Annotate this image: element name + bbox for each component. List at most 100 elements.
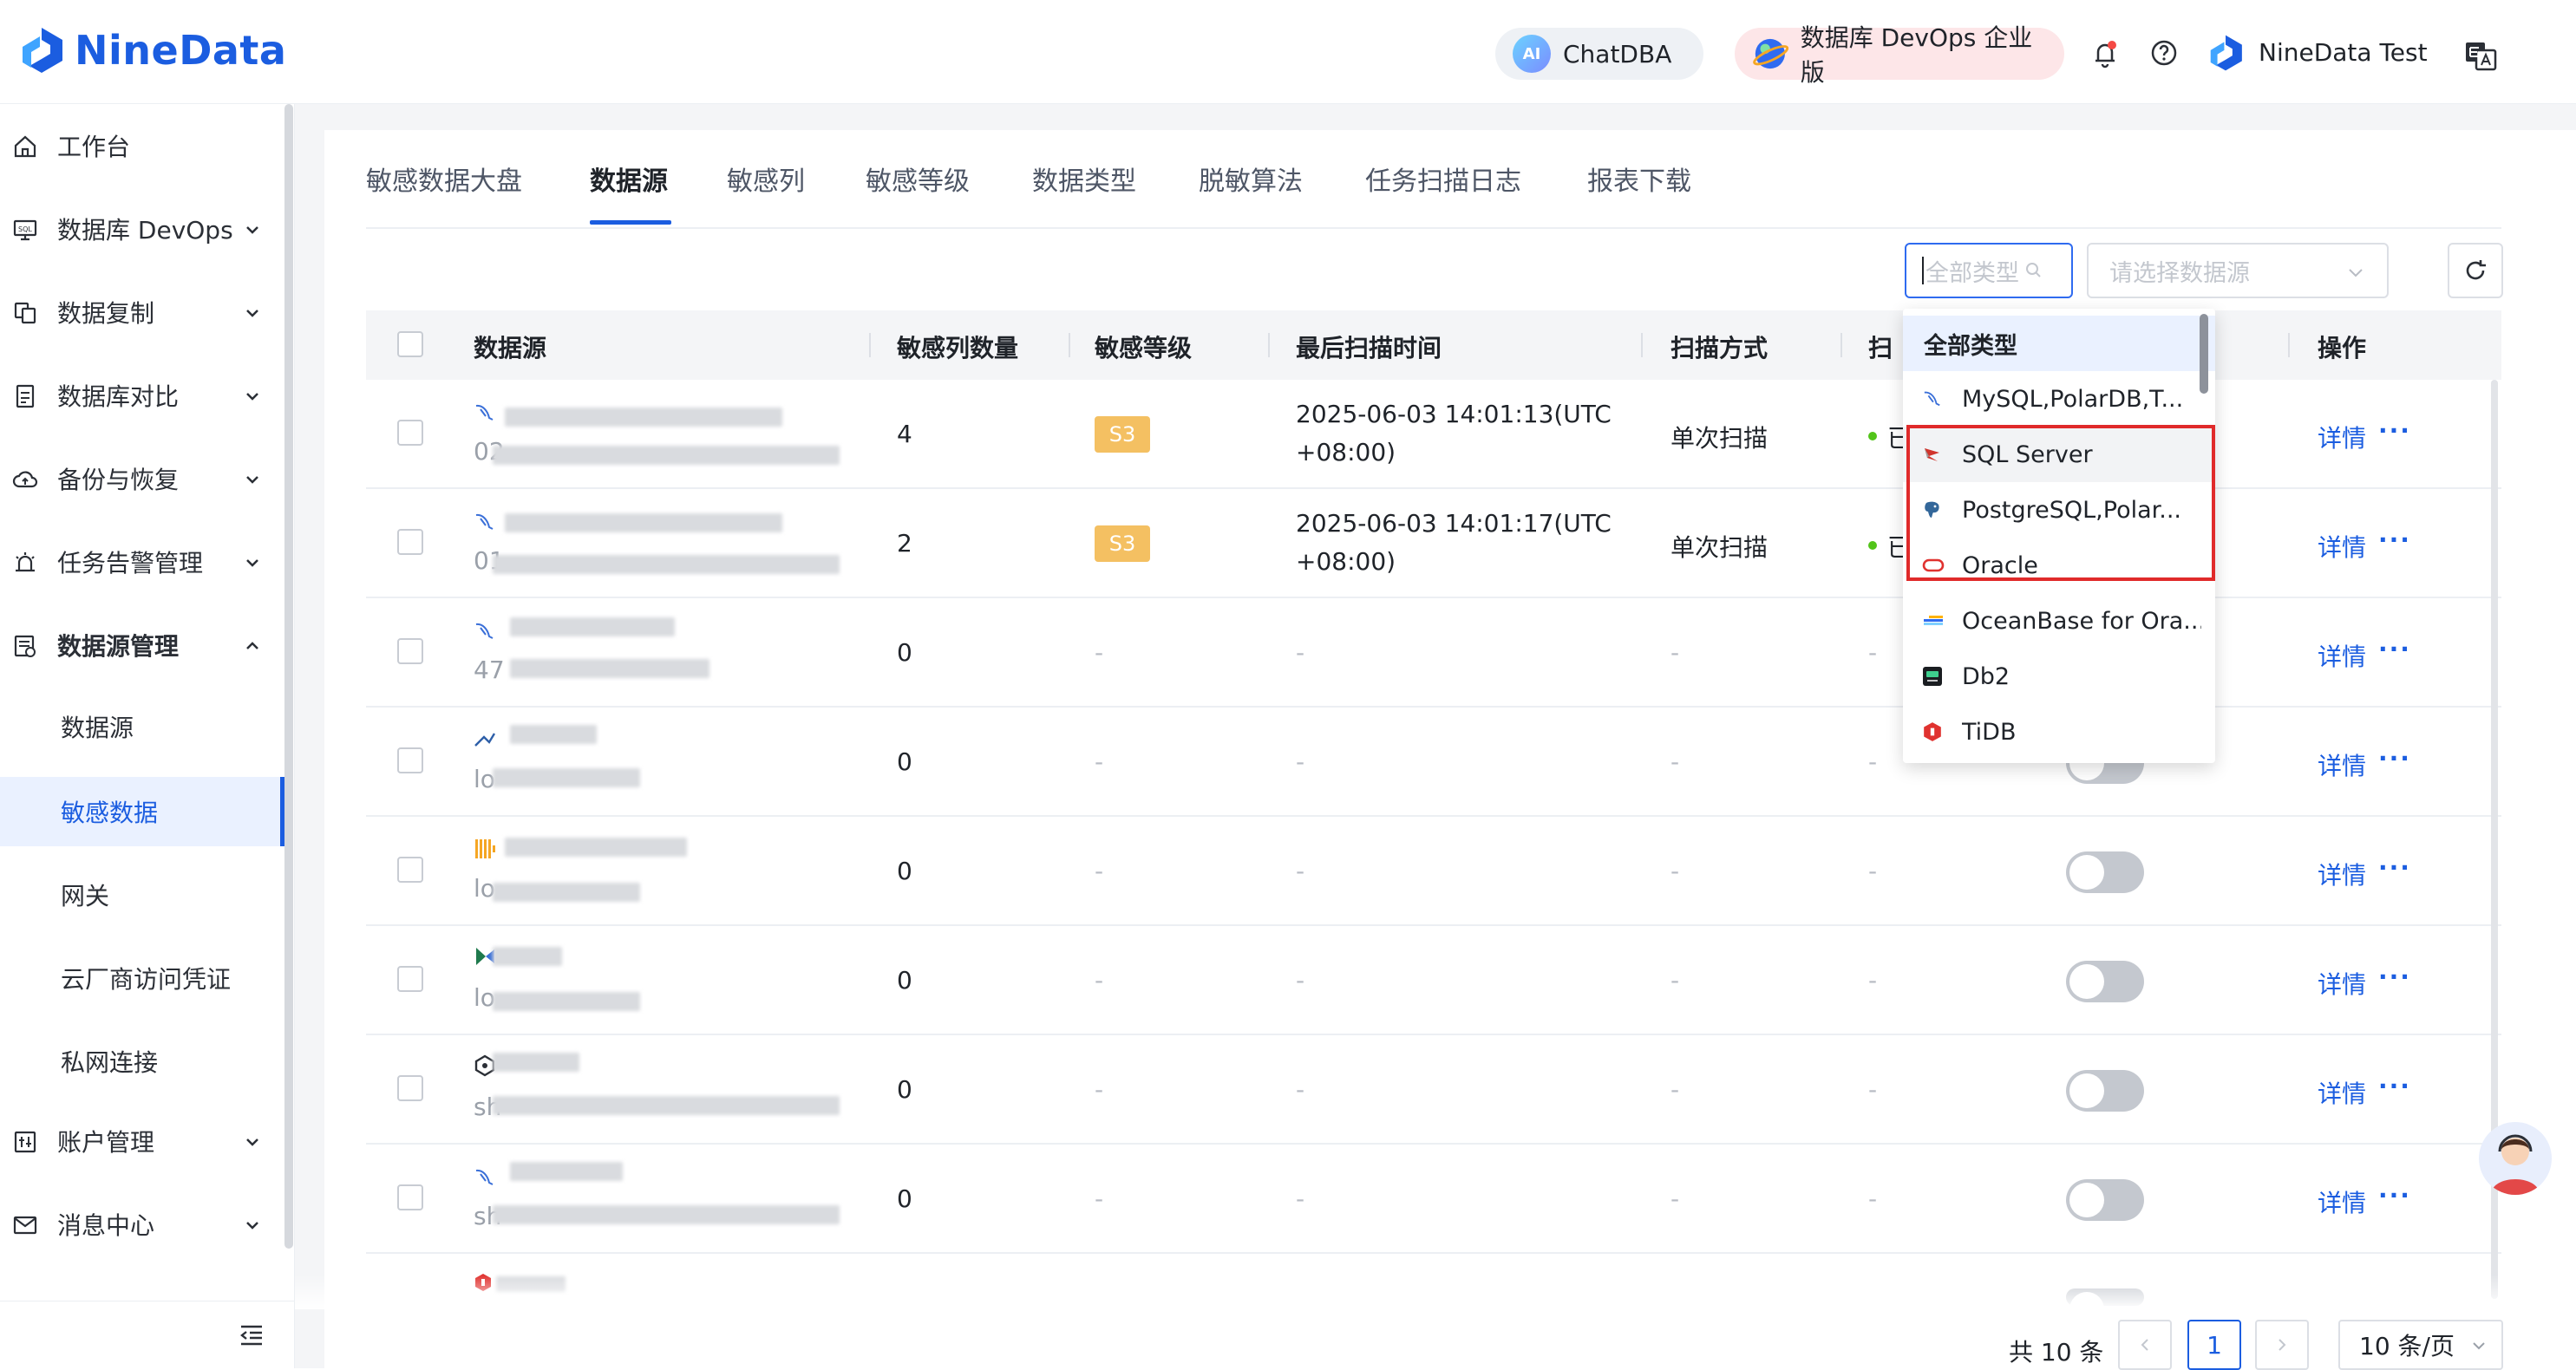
redacted-datasource-name	[505, 838, 687, 857]
support-assistant-avatar[interactable]	[2479, 1122, 2552, 1195]
dropdown-option-oceanbase[interactable]: OceanBase for Ora...	[1903, 593, 2215, 649]
row-checkbox[interactable]	[397, 638, 423, 664]
help-icon[interactable]	[2149, 38, 2179, 68]
row-checkbox[interactable]	[397, 747, 423, 773]
tab-data-types[interactable]: 数据类型	[1032, 160, 1136, 198]
detail-link[interactable]: 详情	[2318, 857, 2366, 891]
refresh-button[interactable]	[2448, 243, 2503, 298]
type-filter-input[interactable]: 全部类型	[1905, 243, 2073, 298]
column-separator	[1268, 333, 1270, 357]
detail-link[interactable]: 详情	[2318, 966, 2366, 1001]
next-page-button[interactable]	[2255, 1320, 2309, 1370]
more-actions-button[interactable]: ···	[2378, 525, 2411, 554]
more-actions-button[interactable]: ···	[2378, 416, 2411, 445]
sidebar-subitem-gateway[interactable]: 网关	[0, 860, 284, 930]
detail-link[interactable]: 详情	[2318, 638, 2366, 673]
more-actions-button[interactable]: ···	[2378, 853, 2411, 882]
language-switch-icon[interactable]	[2463, 38, 2498, 73]
user-name[interactable]: NineData Test	[2259, 38, 2428, 67]
account-icon	[14, 1131, 36, 1153]
ninedata-logo[interactable]: NineData	[17, 24, 286, 76]
scan-mode: -	[1670, 857, 1680, 885]
dropdown-option-label: 全部类型	[1924, 332, 2017, 360]
page-number-button[interactable]: 1	[2187, 1320, 2241, 1370]
tab-scan-logs[interactable]: 任务扫描日志	[1365, 160, 1521, 198]
scan-toggle[interactable]	[2066, 961, 2144, 1002]
sidebar-item-replication[interactable]: 数据复制	[0, 271, 279, 354]
devops-edition-button[interactable]: 数据库 DevOps 企业版	[1735, 23, 2064, 87]
dropdown-option-all-types[interactable]: 全部类型	[1903, 316, 2215, 371]
more-actions-button[interactable]: ···	[2378, 635, 2411, 663]
more-actions-button[interactable]: ···	[2378, 1181, 2411, 1210]
row-checkbox[interactable]	[397, 420, 423, 446]
detail-link[interactable]: 详情	[2318, 420, 2366, 454]
chatdba-button[interactable]: AI ChatDBA	[1495, 28, 1703, 80]
sidebar-item-alarm[interactable]: 任务告警管理	[0, 520, 279, 603]
tab-divider	[366, 227, 2501, 229]
table-row[interactable]: lo 0 - - - - 详情 ···	[366, 817, 2501, 926]
compare-icon	[16, 384, 35, 408]
last-scan-time: -	[1296, 857, 1305, 885]
dropdown-option-mysql[interactable]: MySQL,PolarDB,T...	[1903, 371, 2215, 427]
select-all-checkbox[interactable]	[397, 331, 423, 357]
tab-sensitive-columns[interactable]: 敏感列	[727, 160, 805, 198]
row-checkbox[interactable]	[397, 529, 423, 555]
sidebar-subitem-private-link[interactable]: 私网连接	[0, 1027, 284, 1096]
table-row[interactable]: lo 0 - - - - 详情 ···	[366, 926, 2501, 1035]
redacted-datasource-name	[510, 617, 675, 636]
more-actions-button[interactable]: ···	[2378, 744, 2411, 773]
page-size-select[interactable]: 10 条/页	[2338, 1320, 2503, 1370]
ninedata-logo-icon	[23, 28, 62, 73]
datasource-select[interactable]: 请选择数据源	[2087, 243, 2389, 298]
dropdown-scrollbar[interactable]	[2200, 314, 2208, 394]
bottom-fade	[295, 1275, 2576, 1309]
sensitive-column-count: 4	[897, 420, 912, 448]
detail-link[interactable]: 详情	[2318, 1184, 2366, 1219]
more-actions-button[interactable]: ···	[2378, 962, 2411, 991]
sidebar-item-devops[interactable]: SQL 数据库 DevOps	[0, 187, 279, 271]
tab-report-download[interactable]: 报表下载	[1587, 160, 1691, 198]
table-row[interactable]: sh 0 - - - - 详情 ···	[366, 1035, 2501, 1145]
column-header: 敏感列数量	[897, 334, 1019, 362]
scan-toggle[interactable]	[2066, 1070, 2144, 1112]
sidebar-subitem-cloud-credentials[interactable]: 云厂商访问凭证	[0, 943, 284, 1013]
dropdown-option-label: Db2	[1962, 662, 2010, 690]
sidebar-item-workbench[interactable]: 工作台	[0, 104, 279, 187]
detail-link[interactable]: 详情	[2318, 529, 2366, 564]
sidebar-item-datasource-mgmt[interactable]: 数据源管理	[0, 603, 279, 687]
datasource-select-placeholder: 请选择数据源	[2109, 259, 2250, 287]
scan-toggle[interactable]	[2066, 851, 2144, 893]
sidebar-item-account[interactable]: 账户管理	[0, 1099, 279, 1183]
row-checkbox[interactable]	[397, 1184, 423, 1210]
sidebar-item-backup[interactable]: 备份与恢复	[0, 437, 279, 520]
row-checkbox[interactable]	[397, 857, 423, 883]
ai-badge-icon: AI	[1513, 35, 1551, 73]
detail-link[interactable]: 详情	[2318, 1075, 2366, 1110]
row-checkbox[interactable]	[397, 1075, 423, 1101]
tab-masking-algorithms[interactable]: 脱敏算法	[1199, 160, 1303, 198]
tab-sensitive-levels[interactable]: 敏感等级	[866, 160, 970, 198]
row-checkbox[interactable]	[397, 966, 423, 992]
notification-bell-icon[interactable]	[2090, 38, 2120, 69]
redacted-datasource-address	[493, 555, 840, 574]
collapse-sidebar-icon[interactable]	[238, 1322, 265, 1348]
tab-datasource[interactable]: 数据源	[590, 160, 668, 198]
sidebar-subitem-sensitive-data[interactable]: 敏感数据	[0, 777, 284, 846]
user-avatar-icon[interactable]	[2207, 31, 2245, 75]
sidebar-item-messages[interactable]: 消息中心	[0, 1183, 279, 1266]
dropdown-option-label: TiDB	[1962, 718, 2017, 746]
sidebar-scrollbar[interactable]	[284, 104, 293, 1249]
tab-sensitive-dashboard[interactable]: 敏感数据大盘	[366, 160, 522, 198]
prev-page-button[interactable]	[2118, 1320, 2172, 1370]
sidebar-item-compare[interactable]: 数据库对比	[0, 354, 279, 437]
scan-toggle[interactable]	[2066, 1179, 2144, 1221]
more-actions-button[interactable]: ···	[2378, 1072, 2411, 1100]
dropdown-option-db2[interactable]: Db2	[1903, 649, 2215, 704]
sidebar-subitem-datasource[interactable]: 数据源	[0, 692, 284, 761]
detail-link[interactable]: 详情	[2318, 747, 2366, 782]
sidebar-item-label: 工作台	[57, 133, 131, 161]
mysql-dolphin-icon	[475, 623, 494, 639]
table-row[interactable]: sh 0 - - - - 详情 ···	[366, 1145, 2501, 1254]
dropdown-option-tidb[interactable]: TiDB	[1903, 704, 2215, 760]
db2-icon	[1923, 667, 1942, 686]
